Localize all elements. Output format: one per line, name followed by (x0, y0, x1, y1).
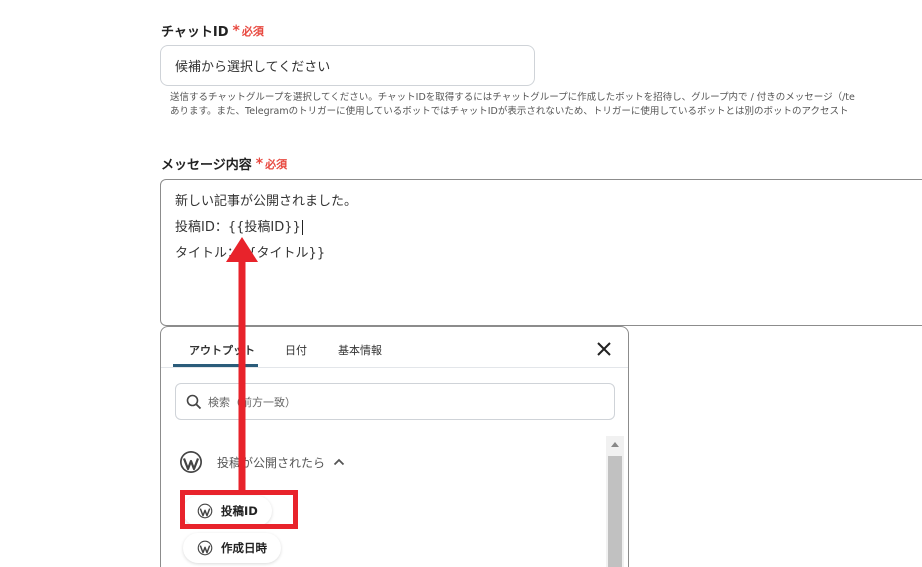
chat-id-help-text: 送信するチャットグループを選択してください。チャットIDを取得するにはチャットグ… (170, 92, 855, 117)
tab-date[interactable]: 日付 (285, 342, 307, 358)
required-badge: * 必須 (232, 22, 264, 39)
chat-id-select[interactable]: 候補から選択してください (160, 45, 535, 86)
search-input[interactable]: 検索（前方一致） (175, 383, 615, 420)
wordpress-icon (197, 540, 213, 556)
scroll-up-arrow-icon[interactable] (606, 436, 624, 454)
tab-basic-info[interactable]: 基本情報 (338, 342, 382, 358)
tab-output[interactable]: アウトプット (189, 342, 255, 358)
message-line: 投稿ID：{{投稿ID}} (175, 220, 303, 235)
required-badge: * 必須 (255, 155, 288, 172)
output-group-label: 投稿が公開されたら (217, 455, 326, 470)
message-textarea[interactable]: 新しい記事が公開されました。 投稿ID：{{投稿ID}} タイトル：{{タイトル… (160, 179, 922, 326)
chat-id-label: チャットID * 必須 (161, 22, 264, 41)
picker-tabs: アウトプット 日付 基本情報 (161, 327, 628, 368)
message-line: 新しい記事が公開されました。 (175, 194, 358, 209)
close-icon[interactable] (595, 340, 613, 358)
text-caret (301, 220, 303, 235)
message-label: メッセージ内容 * 必須 (161, 155, 288, 174)
wordpress-icon (180, 451, 202, 473)
chevron-up-icon (333, 458, 345, 466)
picker-scrollbar[interactable] (606, 436, 624, 567)
search-placeholder: 検索（前方一致） (208, 395, 296, 409)
chat-id-placeholder: 候補から選択してください (175, 60, 331, 75)
required-asterisk-icon: * (255, 155, 264, 172)
search-icon (186, 394, 202, 409)
output-group-header[interactable]: 投稿が公開されたら (179, 450, 345, 474)
message-line: タイトル：{{タイトル}} (175, 246, 326, 261)
output-picker-panel: アウトプット 日付 基本情報 検索（前方一致） 投稿が公開されたら 投稿ID 作… (160, 326, 629, 567)
required-asterisk-icon: * (232, 22, 240, 39)
output-item-created-at[interactable]: 作成日時 (183, 533, 281, 563)
annotation-highlight-box (180, 490, 298, 529)
active-tab-indicator (173, 364, 258, 367)
scrollbar-thumb[interactable] (608, 456, 622, 567)
